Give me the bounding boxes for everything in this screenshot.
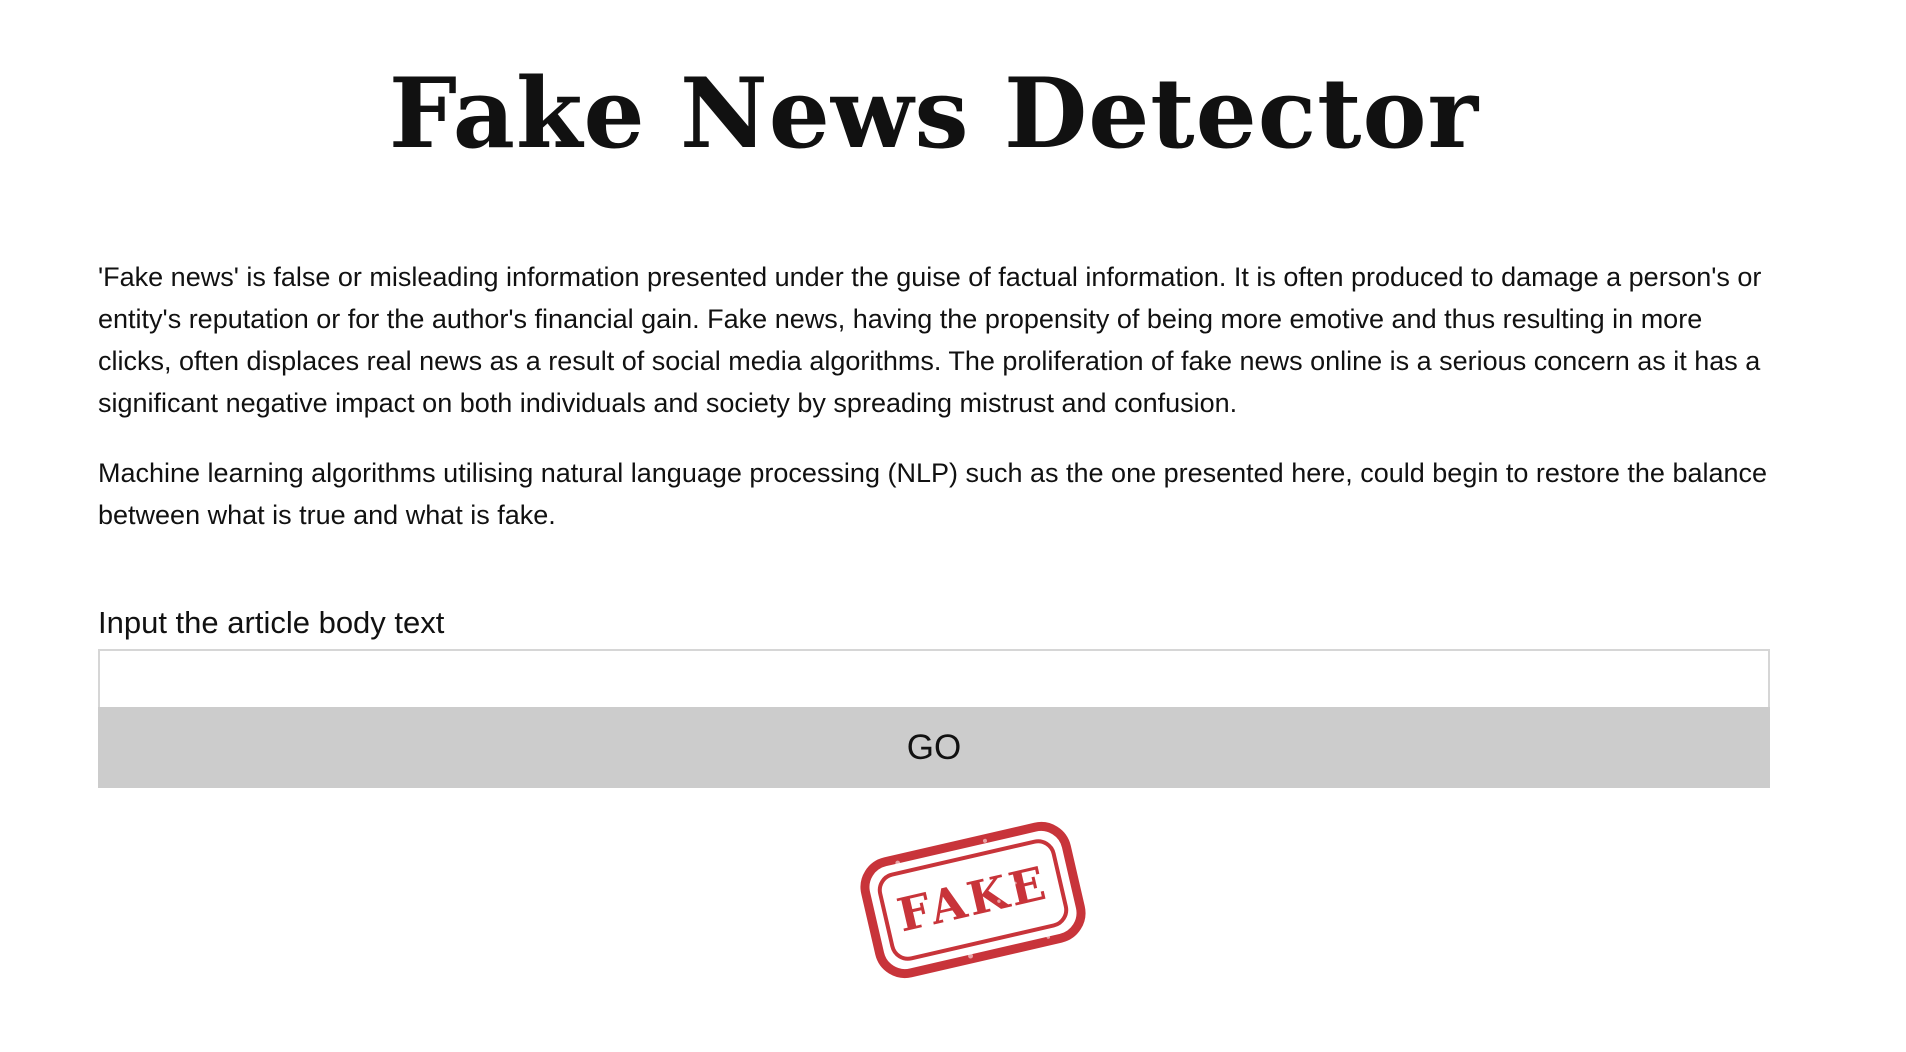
go-button[interactable]: GO <box>98 707 1770 788</box>
article-input-label: Input the article body text <box>98 605 445 640</box>
page-container: Fake News Detector 'Fake news' is false … <box>98 0 1770 1052</box>
fake-stamp-icon: FAKE <box>848 817 1098 983</box>
intro-paragraph-2: Machine learning algorithms utilising na… <box>98 458 1768 530</box>
intro-section: 'Fake news' is false or misleading infor… <box>98 256 1770 564</box>
intro-paragraph-1: 'Fake news' is false or misleading infor… <box>98 262 1762 418</box>
page-title: Fake News Detector <box>388 57 1480 170</box>
article-body-input[interactable] <box>98 649 1770 707</box>
